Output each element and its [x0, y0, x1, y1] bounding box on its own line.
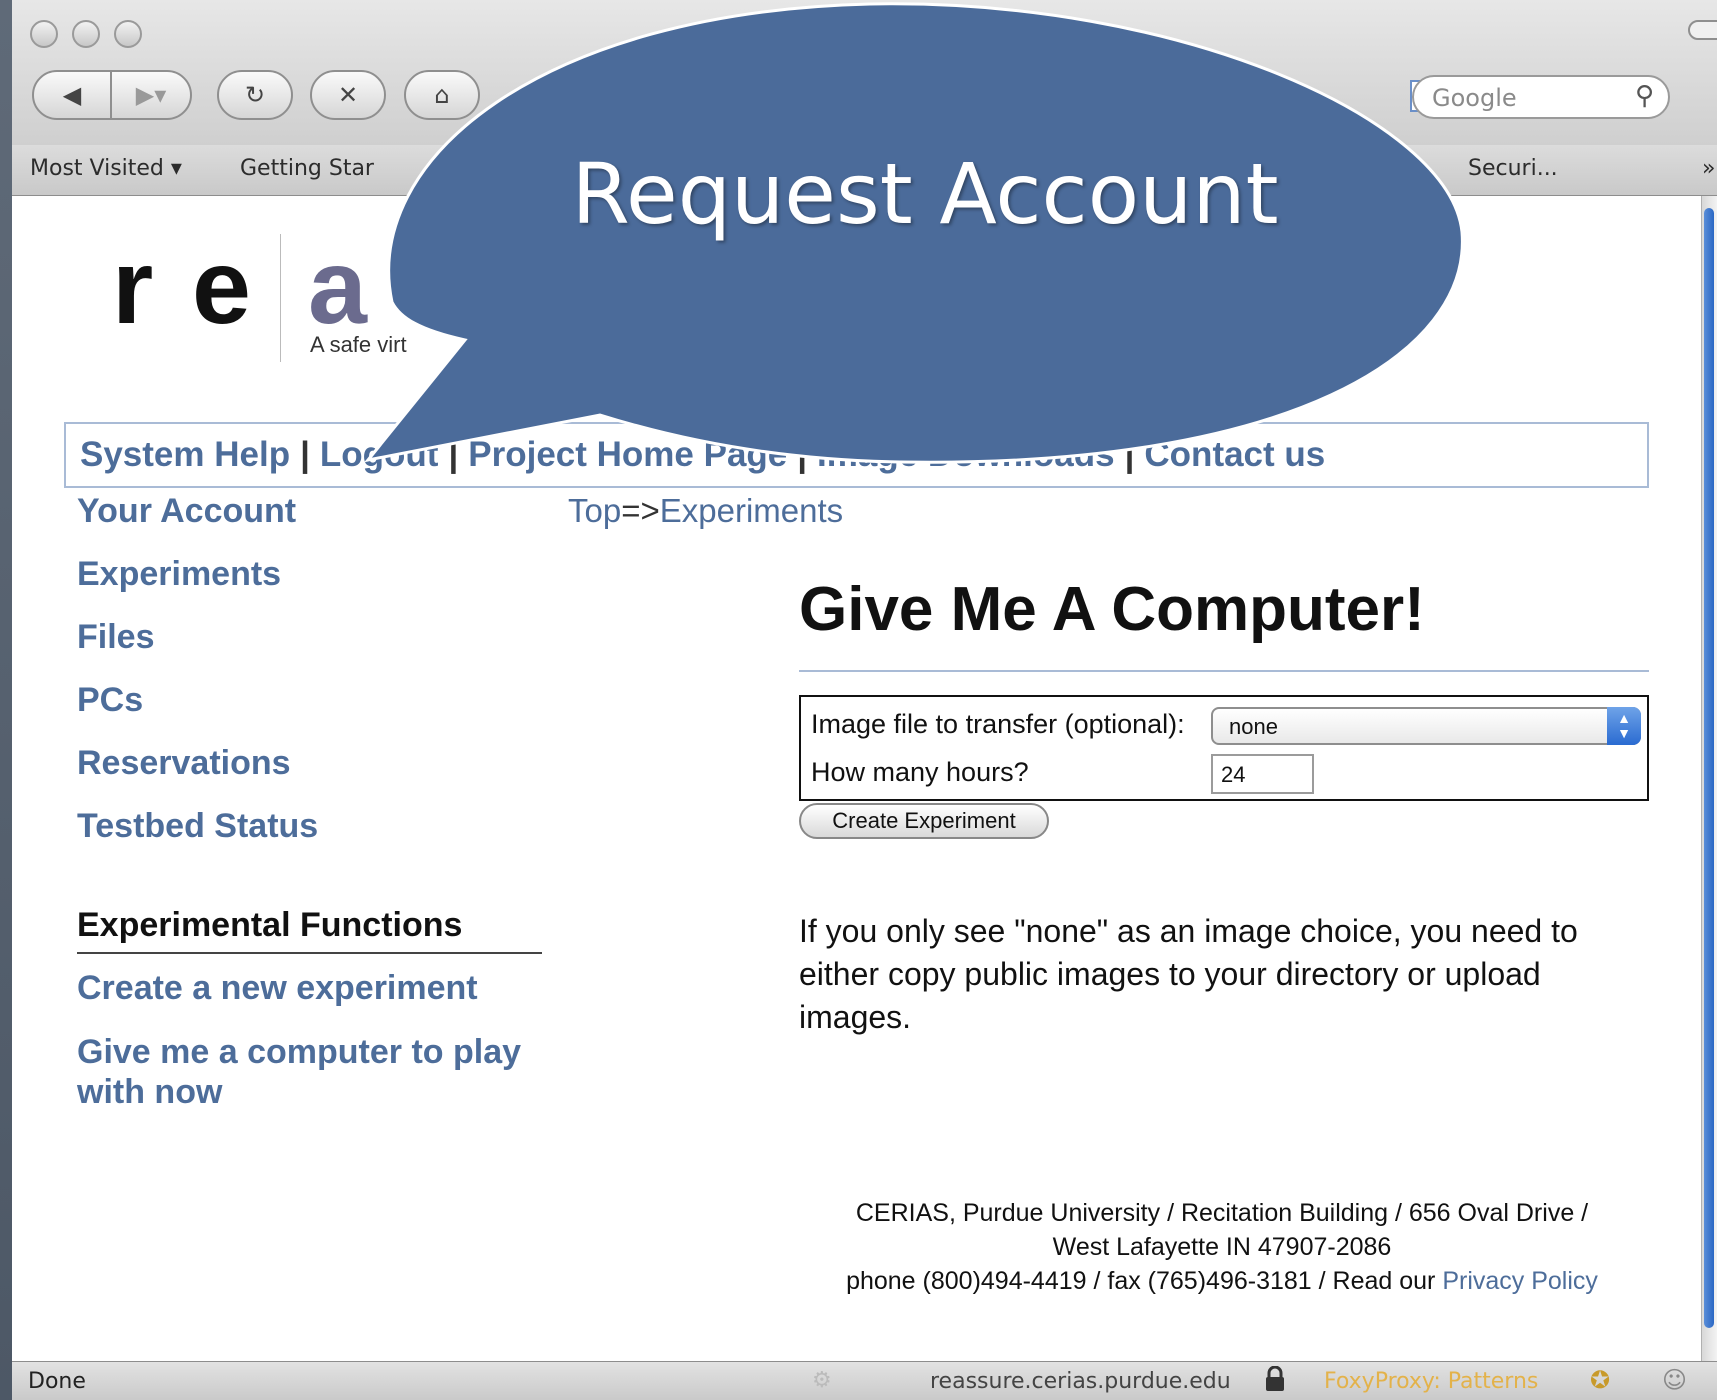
screen: ◀ ▶▾ ↻ ✕ ⌂ G Google ⚲ Most Visited ▾: [0, 0, 1717, 1400]
callout-text: Request Account: [571, 145, 1279, 243]
